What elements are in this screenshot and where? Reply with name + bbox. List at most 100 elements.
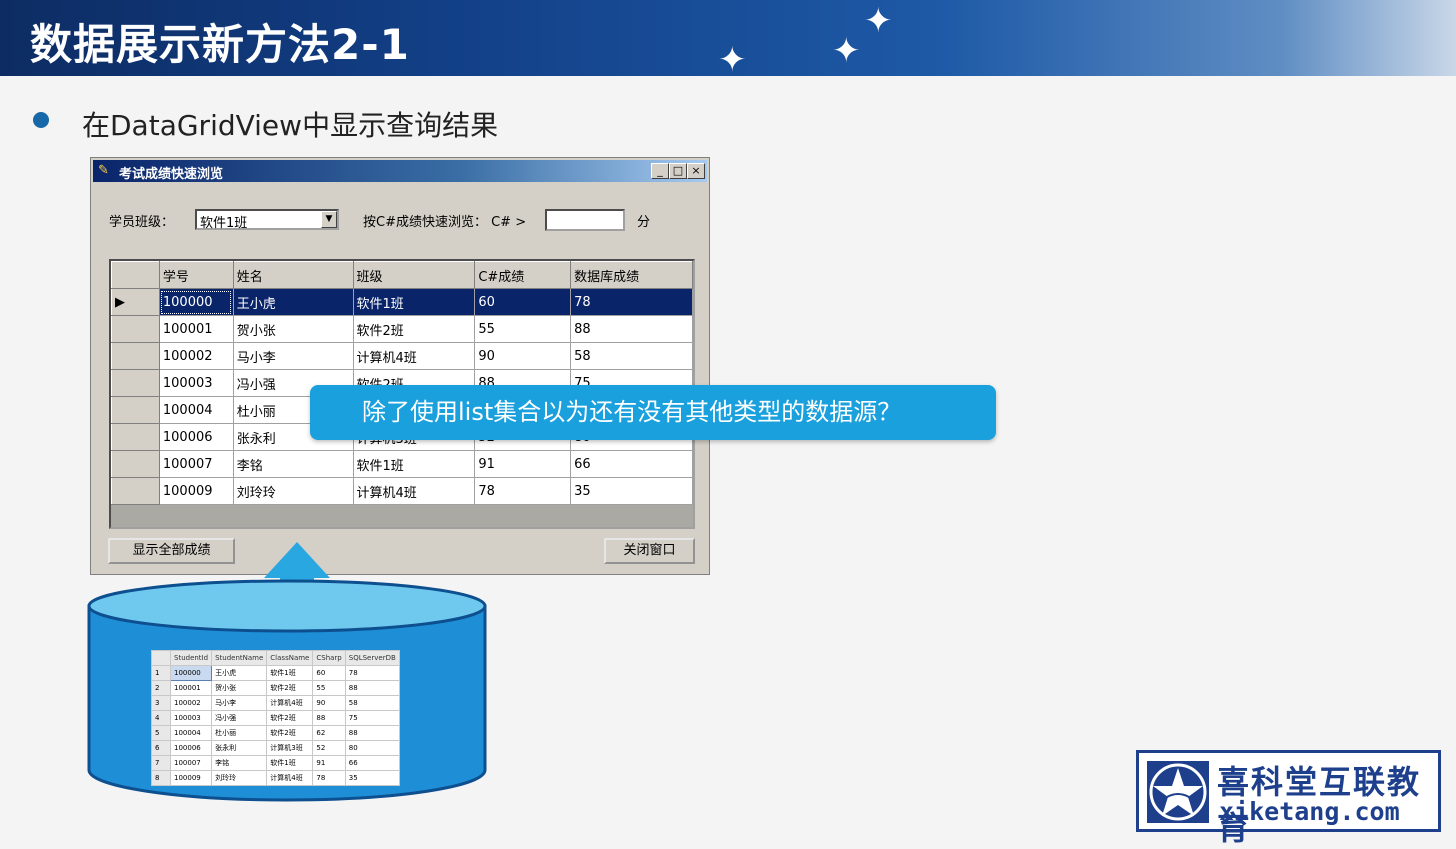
up-arrow-icon [264,542,330,578]
grid-cell[interactable]: 100001 [158,315,234,343]
db-cell: 杜小丽 [211,725,268,741]
db-cell: 软件1班 [266,755,314,771]
row-header[interactable] [111,450,160,478]
minimize-button[interactable]: _ [651,163,669,179]
star-badge-icon [1147,761,1209,823]
db-cell: 100004 [169,725,213,741]
window-titlebar[interactable]: ✎ 考试成绩快速浏览 _ □ × [93,160,707,182]
column-header[interactable]: C#成绩 [474,261,572,289]
database-table-preview: StudentId StudentName ClassName CSharp S… [151,650,400,786]
db-row-number: 6 [151,740,171,756]
grid-cell[interactable]: 78 [474,477,572,505]
row-header[interactable] [111,477,160,505]
db-cell: 软件2班 [266,725,314,741]
grid-row[interactable]: 100001 贺小张 软件2班 55 88 [111,315,693,343]
class-select-value: 软件1班 [200,216,248,231]
grid-cell[interactable]: 35 [570,477,693,505]
row-header[interactable] [111,423,160,451]
grid-cell[interactable]: 马小李 [232,342,354,370]
column-header[interactable]: 班级 [352,261,476,289]
db-cell: 60 [312,665,346,681]
row-header[interactable] [111,342,160,370]
grid-cell[interactable]: 91 [474,450,572,478]
grid-cell[interactable]: 软件1班 [352,288,476,316]
grid-cell[interactable]: 100006 [158,423,234,451]
grid-cell[interactable]: 100002 [158,342,234,370]
db-row: 1 100000 王小虎 软件1班 60 78 [151,665,400,681]
db-cell: 88 [344,725,400,741]
grid-cell[interactable]: 78 [570,288,693,316]
grid-row-selected[interactable]: ▶ 100000 王小虎 软件1班 60 78 [111,288,693,316]
db-cell: 35 [344,770,400,786]
grid-row[interactable]: 100007 李铭 软件1班 91 66 [111,450,693,478]
column-header[interactable]: 姓名 [232,261,354,289]
db-cell: 软件1班 [266,665,314,681]
db-cell: 75 [344,710,400,726]
grid-cell[interactable]: 90 [474,342,572,370]
db-cell: 80 [344,740,400,756]
row-header-arrow-icon[interactable]: ▶ [111,288,160,316]
grid-row[interactable]: 100009 刘玲玲 计算机4班 78 35 [111,477,693,505]
db-cell: 52 [312,740,346,756]
grid-cell[interactable]: 李铭 [232,450,354,478]
db-cell: 软件2班 [266,680,314,696]
row-header[interactable] [111,396,160,424]
grid-cell[interactable]: 100003 [158,369,234,397]
db-cell: 62 [312,725,346,741]
db-cell: 91 [312,755,346,771]
grid-cell[interactable]: 100009 [158,477,234,505]
class-select[interactable]: 软件1班 ▼ [195,209,339,231]
db-cell: 马小李 [211,695,268,711]
grid-cell[interactable]: 55 [474,315,572,343]
grid-cell[interactable]: 66 [570,450,693,478]
grid-cell[interactable]: 100004 [158,396,234,424]
bullet-dot-icon [33,112,49,128]
db-row: 3 100002 马小李 计算机4班 90 58 [151,695,400,711]
grid-cell[interactable]: 软件2班 [352,315,476,343]
class-label: 学员班级： [109,215,175,230]
app-icon: ✎ [98,163,109,178]
star-icon: ✦ [718,40,747,80]
db-cell: 张永利 [211,740,268,756]
grid-cell[interactable]: 贺小张 [232,315,354,343]
grid-cell[interactable]: 60 [474,288,572,316]
show-all-scores-button[interactable]: 显示全部成绩 [108,538,235,564]
db-row: 5 100004 杜小丽 软件2班 62 88 [151,725,400,741]
close-window-button[interactable]: 关闭窗口 [604,538,695,564]
row-header-corner [111,261,160,289]
db-cell: 100000 [169,665,213,681]
db-cell: 100006 [169,740,213,756]
column-header[interactable]: 数据库成绩 [570,261,693,289]
grid-cell[interactable]: 刘玲玲 [232,477,354,505]
row-header[interactable] [111,369,160,397]
db-cell: 66 [344,755,400,771]
column-header[interactable]: 学号 [158,261,234,289]
db-row-number: 3 [151,695,171,711]
db-row-number: 5 [151,725,171,741]
slide-title: 数据展示新方法2-1 [30,20,410,69]
db-cell: 计算机4班 [266,770,314,786]
grid-cell[interactable]: 王小虎 [232,288,354,316]
close-window-icon[interactable]: × [687,163,705,179]
csharp-score-input[interactable] [545,209,625,231]
row-header[interactable] [111,315,160,343]
db-cell: 88 [312,710,346,726]
chevron-down-icon[interactable]: ▼ [321,211,337,228]
db-cell: 100003 [169,710,213,726]
grid-cell[interactable]: 88 [570,315,693,343]
grid-cell[interactable]: 100000 [158,288,234,316]
grid-cell[interactable]: 58 [570,342,693,370]
db-column-header: ClassName [266,650,314,666]
grid-cell[interactable]: 计算机4班 [352,342,476,370]
db-row: 7 100007 李铭 软件1班 91 66 [151,755,400,771]
db-cell: 王小虎 [211,665,268,681]
grid-cell[interactable]: 软件1班 [352,450,476,478]
brand-logo: 喜科堂互联教育 xiketang.com [1136,750,1441,847]
db-cell: 100007 [169,755,213,771]
grid-cell[interactable]: 100007 [158,450,234,478]
db-row: 4 100003 冯小强 软件2班 88 75 [151,710,400,726]
grid-cell[interactable]: 计算机4班 [352,477,476,505]
grid-row[interactable]: 100002 马小李 计算机4班 90 58 [111,342,693,370]
db-column-header: StudentId [169,650,213,666]
maximize-button[interactable]: □ [669,163,687,179]
